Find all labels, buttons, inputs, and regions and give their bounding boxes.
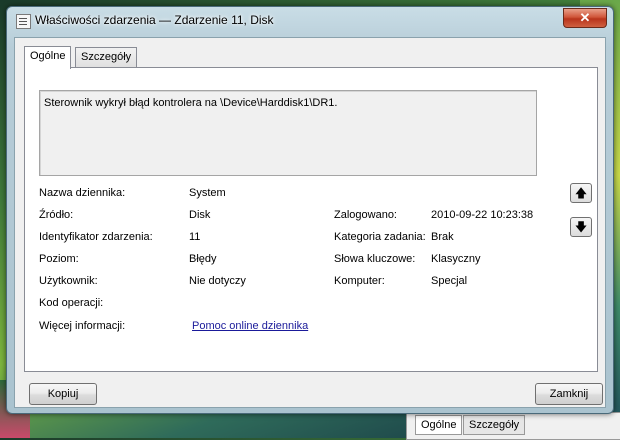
arrow-up-icon: 🡅 [574,186,588,200]
log-name-value: System [189,187,226,199]
general-tab-panel: Sterownik wykrył błąd kontrolera na \Dev… [24,67,598,372]
close-window-button[interactable]: ✕ [563,8,607,28]
task-category-value: Brak [431,231,454,243]
log-name-label: Nazwa dziennika: [39,187,126,199]
level-value: Błędy [189,253,217,265]
event-properties-window: Właściwości zdarzenia — Zdarzenie 11, Di… [6,6,614,414]
arrow-down-icon: 🡇 [574,220,588,234]
task-category-label: Kategoria zadania: [334,231,426,243]
opcode-label: Kod operacji: [39,297,104,309]
keywords-value: Klasyczny [431,253,481,265]
computer-label: Komputer: [334,275,385,287]
title-bar[interactable]: Właściwości zdarzenia — Zdarzenie 11, Di… [7,7,613,33]
event-viewer-icon [16,14,31,29]
keywords-label: Słowa kluczowe: [334,253,416,265]
user-label: Użytkownik: [39,275,98,287]
tab-general[interactable]: Ogólne [24,46,72,69]
event-id-value: 11 [189,231,201,243]
background-tab-general[interactable]: Ogólne [415,415,463,435]
source-label: Źródło: [39,209,74,221]
dialog-client-area: Ogólne Szczegóły Sterownik wykrył błąd k… [14,37,606,408]
window-title: Właściwości zdarzenia — Zdarzenie 11, Di… [35,13,274,27]
background-tab-details[interactable]: Szczegóły [463,415,526,435]
computer-value: Specjal [431,275,468,287]
tab-details[interactable]: Szczegóły [75,47,138,67]
user-value: Nie dotyczy [189,275,246,287]
event-message-text: Sterownik wykrył błąd kontrolera na \Dev… [44,97,338,109]
event-id-label: Identyfikator zdarzenia: [39,231,153,243]
online-help-link[interactable]: Pomoc online dziennika [192,320,308,332]
copy-button[interactable]: Kopiuj [29,383,97,405]
logged-value: 2010-09-22 10:23:38 [431,209,534,221]
close-button[interactable]: Zamknij [535,383,603,405]
previous-event-button[interactable]: 🡅 [570,183,592,203]
next-event-button[interactable]: 🡇 [570,217,592,237]
level-label: Poziom: [39,253,79,265]
more-info-label: Więcej informacji: [39,320,126,332]
source-value: Disk [189,209,211,221]
logged-label: Zalogowano: [334,209,397,221]
event-message-box[interactable]: Sterownik wykrył błąd kontrolera na \Dev… [39,90,537,176]
